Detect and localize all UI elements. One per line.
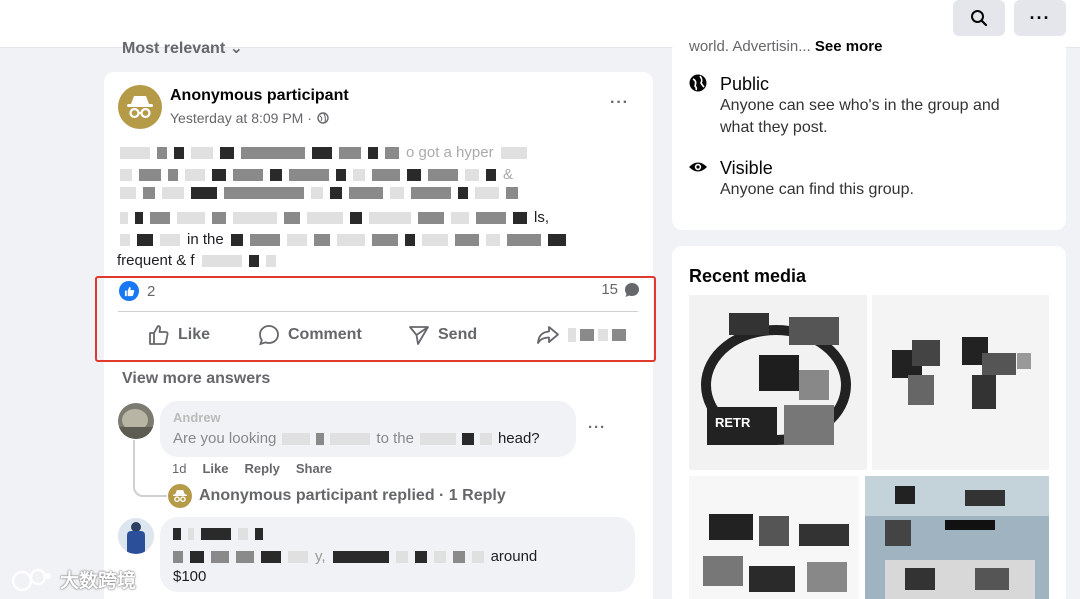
media-caption: RETR (715, 415, 751, 430)
globe-icon (317, 112, 329, 124)
view-more-answers-link[interactable]: View more answers (122, 370, 270, 388)
post-body-fragment: in the (187, 231, 224, 248)
see-more-link[interactable]: See more (815, 38, 883, 55)
about-text: world. Advertisin... (689, 38, 811, 55)
post-body-line: & (120, 166, 513, 183)
post-author[interactable]: Anonymous participant (170, 87, 349, 105)
post-body-fragment: ls, (534, 209, 549, 226)
comment-options-button[interactable]: ··· (588, 419, 606, 437)
commenter-name-pixelated[interactable] (173, 528, 263, 540)
post-meta: Yesterday at 8:09 PM · (170, 110, 329, 126)
comment-bubble: Andrew Are you looking to the head? (160, 401, 576, 457)
privacy-public-row: Public Anyone can see who's in the group… (688, 73, 1030, 139)
watermark-logo-icon (11, 568, 51, 591)
about-truncated: world. Advertisin... See more (689, 38, 882, 55)
comment-text: Are you looking to the head? (173, 430, 540, 447)
eye-icon (689, 162, 707, 172)
recent-media-title: Recent media (689, 266, 807, 286)
comment-bubble: y, around $100 (160, 517, 635, 592)
visibility-title: Visible (720, 158, 773, 178)
media-thumbnail[interactable] (865, 476, 1049, 599)
media-thumbnail[interactable] (872, 295, 1049, 470)
comment-actions: 1d Like Reply Share (172, 461, 332, 476)
thread-connector (133, 440, 167, 497)
post-body-fragment: frequent & f (117, 252, 195, 269)
recent-media-card: Recent media RETR (672, 246, 1066, 599)
commenter-name[interactable]: Andrew (173, 410, 221, 425)
replied-text: Anonymous participant replied · 1 Reply (199, 487, 506, 504)
globe-icon (689, 74, 707, 92)
privacy-title: Public (720, 74, 770, 94)
watermark: 大数跨境 (10, 566, 136, 593)
search-icon (971, 10, 988, 27)
anonymous-avatar-small (168, 484, 192, 508)
comment-time: 1d (172, 461, 187, 476)
visibility-row: Visible Anyone can find this group. (688, 157, 1030, 201)
more-horizontal-icon: ··· (1029, 8, 1051, 28)
comment-share-button[interactable]: Share (296, 461, 332, 476)
media-thumbnail[interactable]: RETR (689, 295, 867, 470)
visibility-description: Anyone can find this group. (720, 181, 914, 198)
anonymous-avatar[interactable] (118, 85, 162, 129)
commenter-avatar[interactable] (118, 518, 154, 554)
post-body-line: o got a hyper (120, 144, 527, 161)
more-options-button[interactable]: ··· (1014, 0, 1066, 36)
comment-like-button[interactable]: Like (202, 461, 228, 476)
comment-text-line2: $100 (173, 568, 207, 585)
comment-reply-button[interactable]: Reply (244, 461, 279, 476)
post-timestamp[interactable]: Yesterday at 8:09 PM · (170, 110, 312, 126)
post-options-button[interactable]: ··· (610, 94, 629, 112)
post-body-line (120, 187, 518, 199)
comment-text: y, around (173, 548, 537, 565)
more-horizontal-icon: ··· (610, 94, 629, 111)
commenter-avatar[interactable] (118, 403, 154, 439)
post-body-fragment: o got a hyper (406, 144, 494, 161)
more-horizontal-icon: ··· (588, 419, 606, 436)
post-body-line: in the (120, 231, 566, 248)
watermark-text: 大数跨境 (60, 571, 137, 592)
post-body-line: frequent & f (117, 252, 276, 269)
sort-comments-label[interactable]: Most relevant ⌄ (122, 38, 243, 58)
replies-link[interactable]: Anonymous participant replied · 1 Reply (168, 484, 506, 508)
privacy-description: Anyone can see who's in the group and wh… (720, 97, 1000, 136)
post-body-fragment: & (503, 166, 514, 183)
anonymous-incognito-icon (127, 96, 153, 119)
search-button[interactable] (953, 0, 1005, 36)
media-thumbnail[interactable] (689, 476, 859, 599)
annotation-highlight-box (95, 276, 656, 362)
post-body-line: ls, (120, 209, 549, 226)
